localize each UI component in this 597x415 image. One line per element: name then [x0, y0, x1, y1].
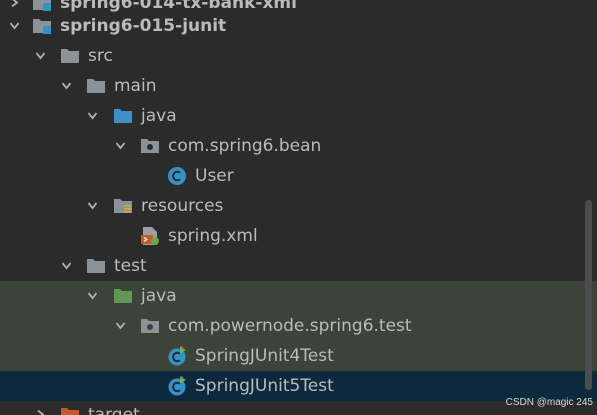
resources-folder-icon	[113, 196, 133, 216]
tree-row-label: java	[141, 286, 177, 306]
tree-row-label: SpringJUnit4Test	[195, 346, 334, 366]
chevron-down-icon[interactable]	[116, 321, 125, 330]
test-class-icon	[167, 346, 187, 366]
tree-row-label: spring.xml	[168, 226, 258, 246]
tree-row-label: main	[114, 76, 157, 96]
tree-row-springjunit4test[interactable]: SpringJUnit4Test	[0, 341, 597, 371]
chevron-right-icon[interactable]	[36, 410, 45, 415]
chevron-down-icon[interactable]	[88, 201, 97, 210]
tree-row-user[interactable]: User	[0, 161, 597, 191]
tree-row-test[interactable]: test	[0, 251, 597, 281]
tree-row-label: java	[141, 106, 177, 126]
excluded-folder-icon	[60, 405, 80, 415]
chevron-down-icon[interactable]	[10, 21, 19, 30]
chevron-down-icon[interactable]	[116, 141, 125, 150]
tree-row-src[interactable]: src	[0, 41, 597, 71]
tree-row-label: target	[88, 405, 140, 415]
vertical-scrollbar[interactable]	[585, 200, 592, 390]
test-root-folder-icon	[113, 286, 133, 306]
tree-row-label: com.powernode.spring6.test	[168, 316, 412, 336]
tree-row-label: test	[114, 256, 147, 276]
folder-icon	[60, 46, 80, 66]
chevron-right-icon[interactable]	[10, 0, 19, 7]
tree-row-label: resources	[141, 196, 224, 216]
tree-row-main-java[interactable]: java	[0, 101, 597, 131]
folder-icon	[86, 76, 106, 96]
tree-row-package-bean[interactable]: com.spring6.bean	[0, 131, 597, 161]
tree-row-label: com.spring6.bean	[168, 136, 322, 156]
tree-row-test-java[interactable]: java	[0, 281, 597, 311]
test-class-icon	[167, 376, 187, 396]
tree-row-label: SpringJUnit5Test	[195, 376, 334, 396]
spring-xml-icon	[140, 226, 160, 246]
tree-row-label: spring6-015-junit	[60, 16, 227, 36]
tree-row-spring-xml[interactable]: spring.xml	[0, 221, 597, 251]
package-icon	[140, 136, 160, 156]
chevron-down-icon[interactable]	[62, 261, 71, 270]
chevron-down-icon[interactable]	[36, 51, 45, 60]
tree-row-package-test[interactable]: com.powernode.spring6.test	[0, 311, 597, 341]
chevron-down-icon[interactable]	[62, 81, 71, 90]
chevron-down-icon[interactable]	[88, 111, 97, 120]
folder-icon	[86, 256, 106, 276]
project-tree: spring6-014-tx-bank-xml spring6-015-juni…	[0, 0, 597, 415]
tree-row-resources[interactable]: resources	[0, 191, 597, 221]
watermark-text: CSDN @magic 245	[505, 397, 593, 408]
package-icon	[140, 316, 160, 336]
chevron-down-icon[interactable]	[88, 291, 97, 300]
tree-row-spring6-015-junit[interactable]: spring6-015-junit	[0, 11, 597, 41]
source-root-folder-icon	[113, 106, 133, 126]
tree-row-main[interactable]: main	[0, 71, 597, 101]
tree-row-label: src	[88, 46, 113, 66]
module-folder-icon	[32, 16, 52, 36]
java-class-icon	[167, 166, 187, 186]
tree-row-label: User	[195, 166, 234, 186]
